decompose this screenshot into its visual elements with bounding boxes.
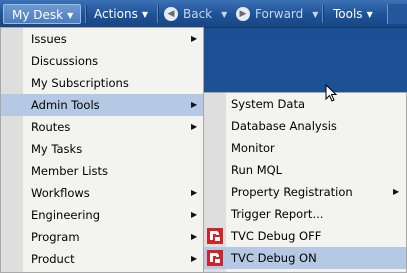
tvc-logo-icon xyxy=(207,228,223,244)
menu-item-label: TVC Debug OFF xyxy=(231,229,322,243)
chevron-down-icon: ▼ xyxy=(141,10,148,19)
back-arrow-icon: ◀ xyxy=(164,6,178,21)
admin-tools-submenu: System Data Database Analysis Monitor Ru… xyxy=(203,92,407,273)
back-button[interactable]: ◀ Back ▼ xyxy=(164,4,227,24)
chevron-down-icon: ▼ xyxy=(366,10,373,19)
mydesk-dropdown-menu: Issues ▶ Discussions My Subscriptions Ad… xyxy=(0,27,204,273)
menu-item-discussions[interactable]: Discussions xyxy=(1,50,203,72)
submenu-arrow-icon: ▶ xyxy=(191,122,198,131)
tools-menu-button[interactable]: Tools ▼ xyxy=(325,4,385,24)
menu-item-label: Admin Tools xyxy=(31,98,100,112)
menu-item-label: System Data xyxy=(231,97,305,111)
menu-item-program[interactable]: Program ▶ xyxy=(1,226,203,248)
toolbar-divider xyxy=(322,5,324,23)
menu-item-issues[interactable]: Issues ▶ xyxy=(1,28,203,50)
menu-item-label: Product xyxy=(31,252,75,266)
menu-item-routes[interactable]: Routes ▶ xyxy=(1,116,203,138)
submenu-arrow-icon: ▶ xyxy=(191,210,198,219)
menu-item-tvc-debug-off[interactable]: TVC Debug OFF xyxy=(204,225,406,247)
back-label: Back xyxy=(183,7,213,21)
toolbar-end-button[interactable] xyxy=(387,4,407,24)
menu-item-label: Routes xyxy=(31,120,71,134)
menu-item-workflows[interactable]: Workflows ▶ xyxy=(1,182,203,204)
menu-item-trigger-report[interactable]: Trigger Report... xyxy=(204,203,406,225)
chevron-down-icon: ▼ xyxy=(312,10,319,19)
forward-arrow-icon: ▶ xyxy=(236,6,250,21)
tvc-logo-icon xyxy=(207,250,223,266)
menu-item-my-tasks[interactable]: My Tasks xyxy=(1,138,203,160)
menu-item-property-registration[interactable]: Property Registration ▶ xyxy=(204,181,406,203)
tools-label: Tools xyxy=(333,7,363,21)
submenu-arrow-icon: ▶ xyxy=(191,100,198,109)
menu-item-run-mql[interactable]: Run MQL xyxy=(204,159,406,181)
menu-item-database-analysis[interactable]: Database Analysis xyxy=(204,115,406,137)
submenu-arrow-icon: ▶ xyxy=(191,34,198,43)
forward-button[interactable]: ▶ Forward ▼ xyxy=(236,4,318,24)
mouse-pointer-icon xyxy=(325,84,337,102)
chevron-down-icon: ▼ xyxy=(221,10,228,19)
menu-item-admin-tools[interactable]: Admin Tools ▶ xyxy=(1,94,203,116)
menu-item-label: Issues xyxy=(31,32,67,46)
menu-item-label: My Tasks xyxy=(31,142,83,156)
menu-item-tvc-debug-on[interactable]: TVC Debug ON xyxy=(204,247,406,269)
menu-item-label: Discussions xyxy=(31,54,99,68)
submenu-arrow-icon: ▶ xyxy=(191,232,198,241)
menu-item-label: Program xyxy=(31,230,80,244)
menu-item-label: Run MQL xyxy=(231,163,283,177)
submenu-arrow-icon: ▶ xyxy=(393,187,400,196)
menu-item-label: TVC Debug ON xyxy=(231,251,317,265)
top-toolbar: My Desk ▼ Actions ▼ ◀ Back ▼ ▶ Forward ▼ Tools… xyxy=(0,0,407,28)
menu-item-label: Trigger Report... xyxy=(231,207,324,221)
submenu-arrow-icon: ▶ xyxy=(191,254,198,263)
menu-item-label: Monitor xyxy=(231,141,275,155)
menu-item-label: My Subscriptions xyxy=(31,76,129,90)
menu-item-my-subscriptions[interactable]: My Subscriptions xyxy=(1,72,203,94)
actions-menu-button[interactable]: Actions ▼ xyxy=(94,4,148,24)
menu-item-monitor[interactable]: Monitor xyxy=(204,137,406,159)
chevron-down-icon: ▼ xyxy=(67,11,74,20)
menu-item-label: Property Registration xyxy=(231,185,353,199)
mydesk-menu-button[interactable]: My Desk ▼ xyxy=(3,4,81,24)
menu-item-product[interactable]: Product ▶ xyxy=(1,248,203,270)
menu-item-label: Engineering xyxy=(31,208,100,222)
menu-item-system-data[interactable]: System Data xyxy=(204,93,406,115)
toolbar-divider xyxy=(85,5,87,23)
menu-item-label: Workflows xyxy=(31,186,90,200)
mydesk-label: My Desk xyxy=(12,8,64,22)
submenu-arrow-icon: ▶ xyxy=(191,188,198,197)
menu-item-label: Member Lists xyxy=(31,164,109,178)
actions-label: Actions xyxy=(94,7,138,21)
menu-item-engineering[interactable]: Engineering ▶ xyxy=(1,204,203,226)
menu-item-member-lists[interactable]: Member Lists xyxy=(1,160,203,182)
menu-item-label: Database Analysis xyxy=(231,119,337,133)
toolbar-divider xyxy=(157,5,159,23)
forward-label: Forward xyxy=(255,7,304,21)
